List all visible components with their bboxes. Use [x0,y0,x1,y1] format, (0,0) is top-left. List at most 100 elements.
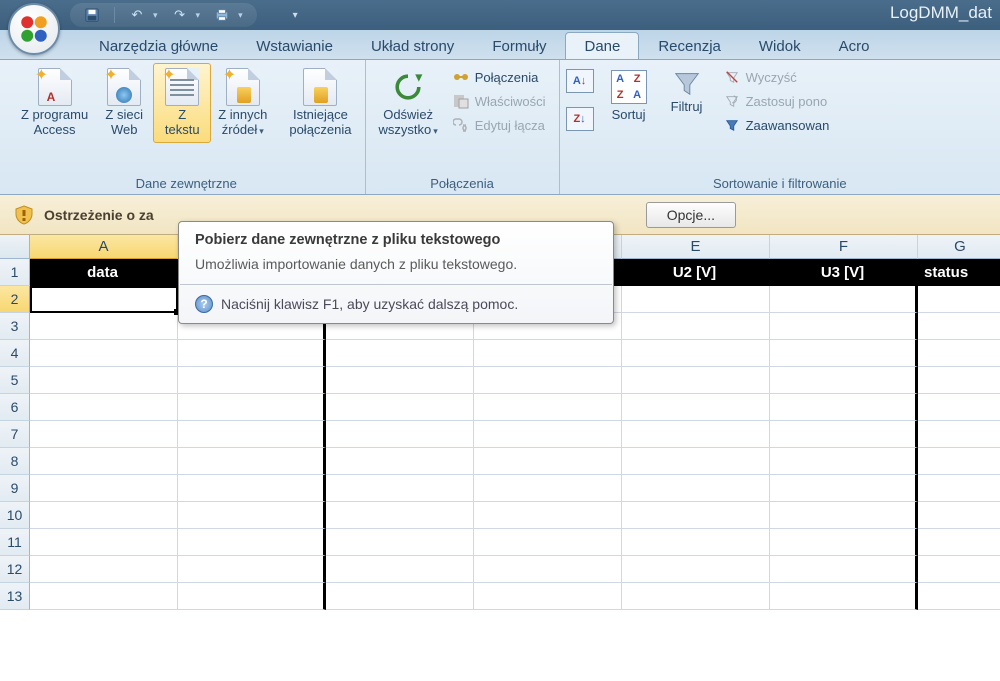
cell[interactable] [30,394,178,421]
cell[interactable] [770,340,918,367]
cell[interactable] [326,421,474,448]
from-text-button[interactable]: ✦ Z tekstu [153,63,211,143]
row-header[interactable]: 11 [0,529,30,556]
undo-dropdown-icon[interactable]: ▾ [153,10,158,21]
cell[interactable] [622,583,770,610]
qat-customize-icon[interactable]: ▾ [293,10,298,21]
cell[interactable] [30,340,178,367]
cell[interactable] [770,448,918,475]
cell[interactable] [178,394,326,421]
cell[interactable] [326,583,474,610]
cell[interactable] [326,367,474,394]
print-dropdown-icon[interactable]: ▾ [238,10,243,21]
cell[interactable] [474,448,622,475]
row-header[interactable]: 6 [0,394,30,421]
cell[interactable] [178,448,326,475]
tab-formulas[interactable]: Formuły [473,32,565,59]
cell[interactable] [918,556,1000,583]
cell[interactable] [918,421,1000,448]
cell[interactable] [622,475,770,502]
row-header[interactable]: 3 [0,313,30,340]
cell[interactable] [918,583,1000,610]
col-header[interactable]: F [770,235,918,259]
cell[interactable] [474,367,622,394]
cell[interactable] [474,556,622,583]
cell[interactable] [178,367,326,394]
cell[interactable] [30,556,178,583]
cell[interactable] [770,556,918,583]
row-header[interactable]: 5 [0,367,30,394]
refresh-all-button[interactable]: Odśwież wszystko▾ [372,63,445,143]
cell[interactable] [30,421,178,448]
row-header[interactable]: 10 [0,502,30,529]
cell[interactable] [918,340,1000,367]
cell[interactable] [770,529,918,556]
cell[interactable] [474,502,622,529]
redo-icon[interactable]: ↷ [172,7,188,23]
cell[interactable] [474,421,622,448]
tab-page-layout[interactable]: Układ strony [352,32,473,59]
col-header[interactable]: E [622,235,770,259]
from-web-button[interactable]: ✦ Z sieci Web [95,63,153,143]
cell[interactable] [326,448,474,475]
options-button[interactable]: Opcje... [646,202,736,228]
cell[interactable] [918,313,1000,340]
filter-button[interactable]: Filtruj [658,63,716,120]
row-header[interactable]: 2 [0,286,30,313]
cell[interactable] [326,529,474,556]
cell[interactable] [918,394,1000,421]
cell[interactable] [326,394,474,421]
tab-insert[interactable]: Wstawianie [237,32,352,59]
connections-button[interactable]: Połączenia [449,67,549,87]
cell[interactable] [622,394,770,421]
row-header[interactable]: 9 [0,475,30,502]
cell[interactable] [770,583,918,610]
existing-connections-button[interactable]: Istniejące połączenia [282,63,358,143]
cell[interactable] [30,502,178,529]
cell[interactable] [178,340,326,367]
cell[interactable] [770,394,918,421]
row-header[interactable]: 12 [0,556,30,583]
row-header[interactable]: 1 [0,259,30,286]
cell[interactable] [474,475,622,502]
from-access-button[interactable]: ✦A Z programu Access [14,63,95,143]
cell[interactable] [326,502,474,529]
cell[interactable] [474,529,622,556]
cell[interactable] [30,529,178,556]
cell[interactable] [622,448,770,475]
cell[interactable] [326,340,474,367]
office-button[interactable] [8,3,60,55]
cell[interactable] [622,340,770,367]
cell[interactable] [326,475,474,502]
tab-review[interactable]: Recenzja [639,32,740,59]
cell[interactable] [474,340,622,367]
cell[interactable] [30,583,178,610]
save-icon[interactable] [84,7,100,23]
cell[interactable] [178,475,326,502]
row-header[interactable]: 7 [0,421,30,448]
cell[interactable] [918,475,1000,502]
cell[interactable] [178,421,326,448]
from-other-sources-button[interactable]: ✦ Z innych źródeł▾ [211,63,274,143]
cell[interactable] [918,502,1000,529]
cell[interactable] [474,583,622,610]
cell[interactable] [918,448,1000,475]
cell[interactable] [30,367,178,394]
undo-icon[interactable]: ↶ [129,7,145,23]
tab-view[interactable]: Widok [740,32,820,59]
redo-dropdown-icon[interactable]: ▾ [196,10,201,21]
tab-acrobat[interactable]: Acro [820,32,889,59]
cell[interactable] [770,475,918,502]
cell[interactable] [178,529,326,556]
print-icon[interactable] [214,7,230,23]
cell[interactable] [770,286,918,313]
cell[interactable] [622,502,770,529]
cell[interactable] [622,313,770,340]
cell[interactable] [622,421,770,448]
sort-desc-button[interactable]: Z↓ [566,107,594,131]
cell[interactable] [622,529,770,556]
cell[interactable] [622,286,770,313]
cell[interactable] [622,556,770,583]
cell[interactable] [30,448,178,475]
cell[interactable] [770,421,918,448]
